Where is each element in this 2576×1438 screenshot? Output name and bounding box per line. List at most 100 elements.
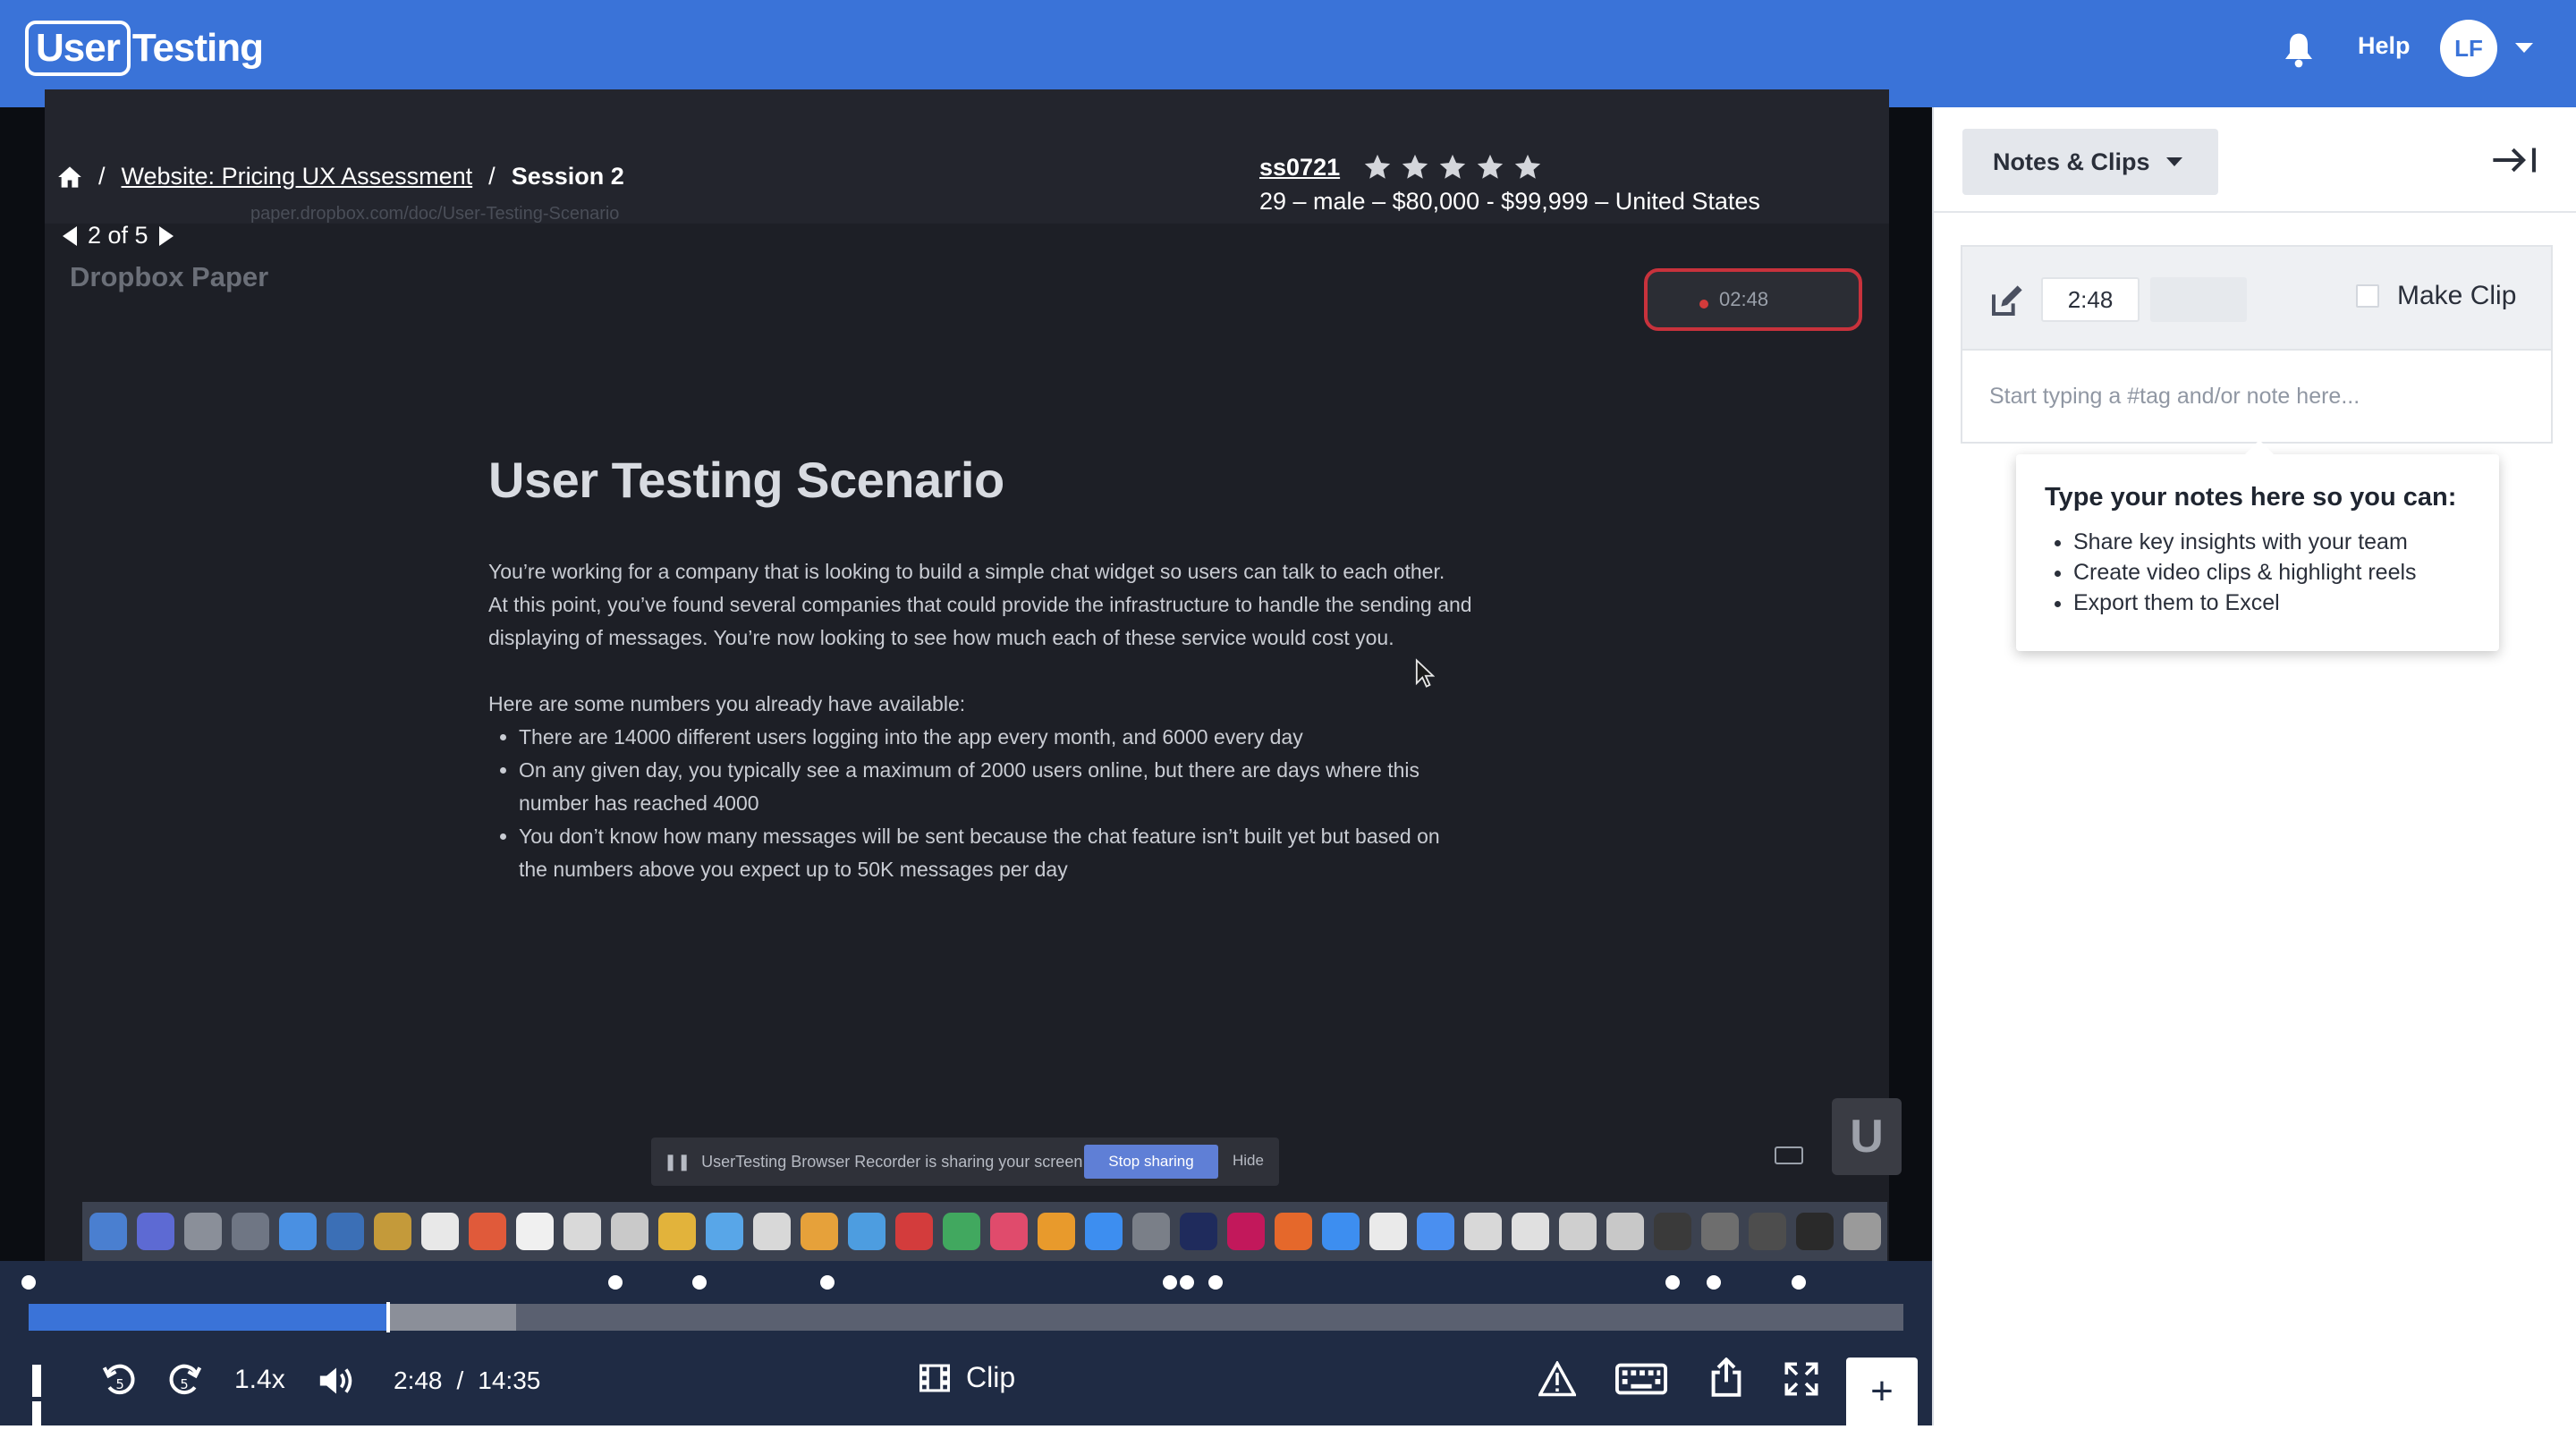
document-paragraph: At this point, you’ve found several comp… [488,593,1472,649]
dock-app-icon [326,1213,364,1250]
dock-app-icon [658,1213,696,1250]
volume-icon[interactable] [317,1363,356,1399]
dock-app-icon [421,1213,459,1250]
tooltip-list: Share key insights with your team Create… [2073,527,2470,618]
dock-app-icon [1085,1213,1123,1250]
note-marker[interactable] [1163,1275,1178,1290]
star-icon[interactable] [1513,152,1543,182]
usertesting-logo[interactable]: User Testing [25,18,264,79]
tester-id-link[interactable]: ss0721 [1259,154,1340,182]
dock-app-icon [374,1213,411,1250]
home-icon[interactable] [57,165,82,189]
list-item: On any given day, you typically see a ma… [519,754,1472,820]
recording-time: 02:48 [1719,288,1769,310]
time-display: 2:48 / 14:35 [394,1366,540,1395]
caret-down-icon [2165,157,2182,166]
dock-app-icon [1559,1213,1597,1250]
edit-note-icon[interactable] [1989,283,2025,318]
user-avatar[interactable]: LF [2440,20,2497,77]
tooltip-item: Share key insights with your team [2073,527,2470,557]
note-marker[interactable] [1707,1275,1722,1290]
dock-app-icon [801,1213,838,1250]
video-timeline[interactable] [29,1302,1903,1332]
mouse-cursor-icon [1415,658,1435,688]
dock-app-icon [848,1213,886,1250]
timeline-played [29,1304,389,1331]
document-title: User Testing Scenario [488,452,1004,508]
star-icon[interactable] [1400,152,1430,182]
dock-app-icon [1749,1213,1786,1250]
dock-app-icon [1654,1213,1691,1250]
chevron-down-icon[interactable] [2515,43,2533,53]
hide-banner-button[interactable]: Hide [1233,1152,1264,1170]
keyboard-icon [1775,1146,1803,1164]
document-content: User Testing Scenario You’re working for… [488,451,1472,886]
dock-app-icon [184,1213,222,1250]
breadcrumb-separator: / [98,163,106,190]
star-icon[interactable] [1475,152,1505,182]
notes-clips-dropdown[interactable]: Notes & Clips [1962,129,2218,195]
dock-app-icon [1464,1213,1502,1250]
current-time: 2:48 [394,1366,443,1394]
fullscreen-icon[interactable] [1784,1361,1819,1397]
dock-app-icon [89,1213,127,1250]
dock-app-icon [137,1213,174,1250]
forward-5-icon[interactable]: 5 [163,1361,204,1400]
document-paragraph: You’re working for a company that is loo… [488,560,1445,583]
dock-app-icon [1701,1213,1739,1250]
timeline-handle[interactable] [386,1302,391,1332]
svg-text:5: 5 [180,1377,188,1392]
share-icon[interactable] [1710,1358,1742,1397]
stop-sharing-button[interactable]: Stop sharing [1084,1145,1218,1179]
screen-share-banner: ❚❚ UserTesting Browser Recorder is shari… [651,1138,1279,1186]
list-item: There are 14000 different users logging … [519,721,1472,754]
breadcrumb: / Website: Pricing UX Assessment / Sessi… [57,163,624,190]
star-icon[interactable] [1437,152,1468,182]
notifications-bell-icon[interactable] [2281,30,2317,70]
note-markers [0,1273,1932,1291]
mac-dock [82,1202,1887,1261]
note-marker[interactable] [1208,1275,1223,1290]
add-note-button[interactable]: + [1846,1358,1918,1425]
dock-app-icon [279,1213,317,1250]
dock-app-icon [1417,1213,1454,1250]
star-rating[interactable] [1362,152,1543,182]
total-duration: 14:35 [478,1366,541,1394]
make-clip-checkbox[interactable] [2356,284,2379,308]
note-marker[interactable] [692,1275,708,1290]
help-link[interactable]: Help [2358,32,2411,60]
rewind-5-icon[interactable]: 5 [100,1361,141,1400]
note-marker[interactable] [819,1275,835,1290]
note-marker[interactable] [21,1275,36,1290]
make-clip-toggle[interactable]: Make Clip [2356,281,2516,311]
note-marker[interactable] [1791,1275,1806,1290]
collapse-panel-icon[interactable] [2490,145,2538,175]
dock-app-icon [1369,1213,1407,1250]
note-marker[interactable] [1180,1275,1195,1290]
playback-speed-button[interactable]: 1.4x [234,1365,285,1395]
breadcrumb-project-link[interactable]: Website: Pricing UX Assessment [122,163,473,190]
star-icon[interactable] [1362,152,1393,182]
svg-text:5: 5 [116,1377,124,1392]
note-text-input[interactable]: Start typing a #tag and/or note here... [1961,349,2553,444]
note-marker[interactable] [1665,1275,1681,1290]
notes-panel: Notes & Clips 2:48 Make Clip Start typin… [1932,107,2576,1425]
tester-info: ss0721 29 – male – $80,000 - $99,999 – U… [1259,152,1760,216]
usertesting-badge: U [1832,1098,1902,1175]
note-marker[interactable] [608,1275,623,1290]
pause-button[interactable] [32,1365,59,1434]
previous-session-icon[interactable] [63,225,77,246]
dock-app-icon [943,1213,980,1250]
dropbox-paper-logo: Dropbox Paper [70,261,269,292]
dock-app-icon [1512,1213,1549,1250]
tooltip-item: Export them to Excel [2073,588,2470,618]
notes-dropdown-label: Notes & Clips [1993,148,2150,175]
warning-icon[interactable] [1538,1361,1576,1397]
keyboard-shortcuts-icon[interactable] [1615,1363,1667,1395]
notes-panel-header: Notes & Clips [1934,107,2576,213]
breadcrumb-separator: / [488,163,496,190]
list-item: You don’t know how many messages will be… [519,820,1472,886]
clip-button[interactable]: Clip [918,1361,1015,1394]
next-session-icon[interactable] [158,225,174,246]
note-timestamp-input[interactable]: 2:48 [2041,277,2140,322]
